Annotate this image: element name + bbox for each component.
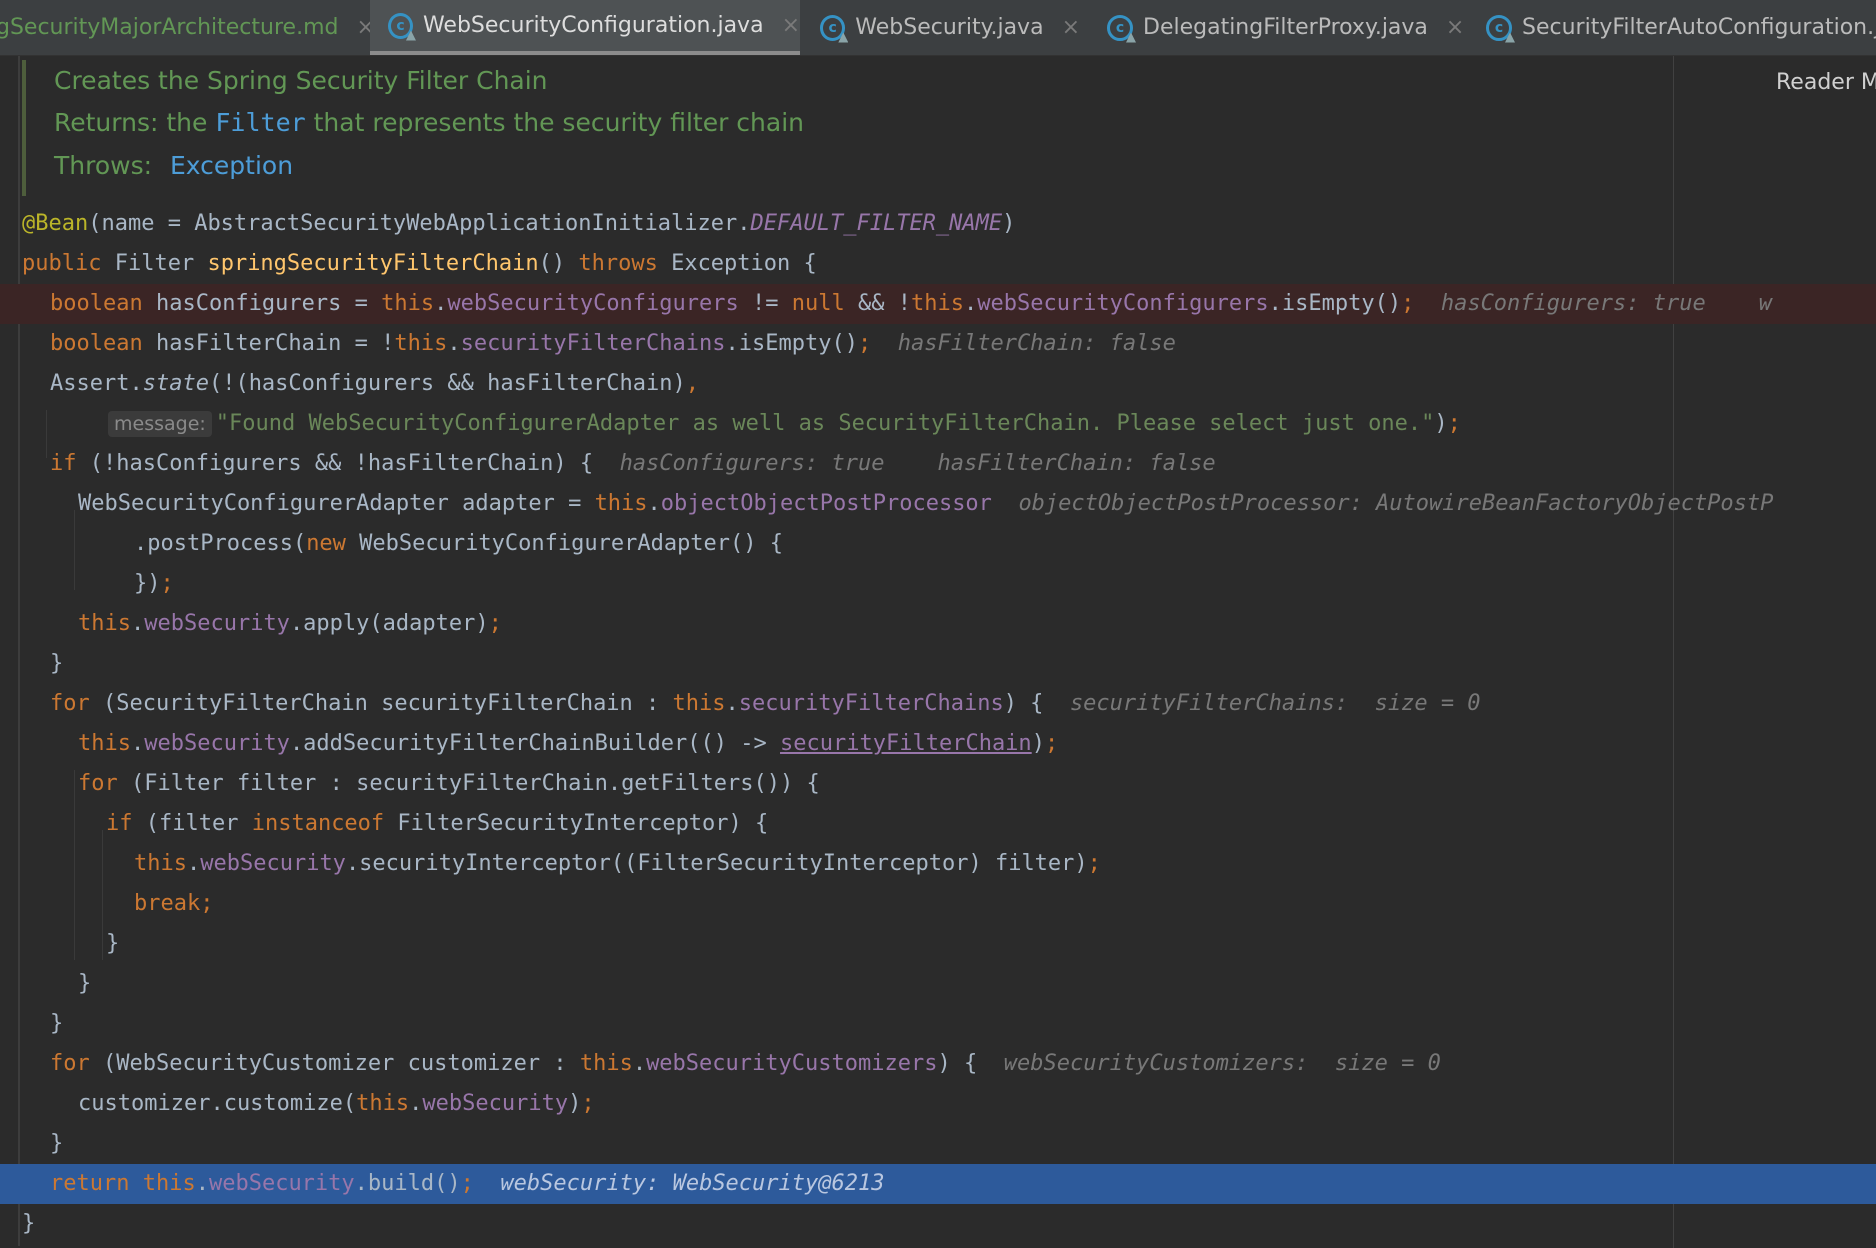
close-icon[interactable]: ×	[1446, 15, 1464, 40]
filter-link[interactable]: Filter	[215, 108, 305, 137]
parameter-name-hint: message:	[108, 411, 212, 437]
code-line[interactable]: break;	[0, 884, 1876, 924]
close-icon[interactable]: ×	[782, 13, 800, 38]
throws-tag: Throws:	[54, 151, 153, 180]
code-line[interactable]: for (SecurityFilterChain securityFilterC…	[0, 684, 1876, 724]
code-line[interactable]: for (WebSecurityCustomizer customizer : …	[0, 1044, 1876, 1084]
code-line[interactable]: this.webSecurity.addSecurityFilterChainB…	[0, 724, 1876, 764]
exception-link[interactable]: Exception	[170, 151, 293, 180]
debug-value-hint: hasConfigurers: true	[619, 451, 885, 476]
rendered-javadoc: Creates the Spring Security Filter Chain…	[22, 60, 1326, 196]
code-line[interactable]: @Bean(name = AbstractSecurityWebApplicat…	[0, 204, 1876, 244]
returns-text: the	[166, 108, 208, 137]
java-class-icon: c	[388, 12, 413, 39]
code-line[interactable]: public Filter springSecurityFilterChain(…	[0, 244, 1876, 284]
code-line[interactable]: customizer.customize(this.webSecurity);	[0, 1084, 1876, 1124]
code-line[interactable]: }	[0, 964, 1876, 1004]
tab-security-major-architecture-md[interactable]: gSecurityMajorArchitecture.md ×	[0, 0, 375, 55]
reader-mode-button[interactable]: Reader M	[1776, 70, 1876, 95]
debug-value-hint: hasConfigurers: true	[1440, 291, 1706, 316]
returns-text: that represents the security filter chai…	[313, 108, 804, 137]
debug-value-hint: hasFilterChain: false	[897, 331, 1176, 356]
java-class-icon: c	[820, 14, 846, 41]
code-line[interactable]: if (filter instanceof FilterSecurityInte…	[0, 804, 1876, 844]
tab-label: DelegatingFilterProxy.java	[1143, 15, 1428, 40]
debug-value-hint: securityFilterChains:	[1069, 691, 1349, 716]
java-class-icon: c	[1107, 14, 1133, 41]
tab-delegating-filter-proxy[interactable]: c DelegatingFilterProxy.java ×	[1107, 0, 1487, 55]
tab-label: SecurityFilterAutoConfiguration.j	[1522, 15, 1876, 40]
editor-tab-bar: gSecurityMajorArchitecture.md × c WebSec…	[0, 0, 1876, 56]
returns-tag: Returns:	[54, 108, 159, 137]
tab-label: WebSecurityConfiguration.java	[422, 13, 764, 38]
doc-summary: Creates the Spring Security Filter Chain	[54, 66, 548, 95]
doc-throws: Throws: Exception	[54, 151, 293, 180]
lambda-captured-variable[interactable]: securityFilterChain	[780, 731, 1032, 756]
code-line[interactable]: boolean hasFilterChain = !this.securityF…	[0, 324, 1876, 364]
java-class-icon: c	[1486, 14, 1512, 41]
doc-returns: Returns: the Filter that represents the …	[54, 108, 804, 137]
code-line[interactable]: this.webSecurity.apply(adapter);	[0, 604, 1876, 644]
code-line[interactable]: WebSecurityConfigurerAdapter adapter = t…	[0, 484, 1876, 524]
code-line[interactable]: }	[0, 924, 1876, 964]
executed-code-line[interactable]: boolean hasConfigurers = this.webSecurit…	[0, 284, 1876, 324]
tab-web-security[interactable]: c WebSecurity.java ×	[820, 0, 1080, 55]
debug-value-hint: hasFilterChain: false	[937, 451, 1216, 476]
tab-label: gSecurityMajorArchitecture.md	[0, 15, 339, 40]
code-line[interactable]: .postProcess(new WebSecurityConfigurerAd…	[0, 524, 1876, 564]
tab-web-security-configuration[interactable]: c WebSecurityConfiguration.java ×	[370, 0, 800, 55]
code-line[interactable]: }	[0, 644, 1876, 684]
code-line[interactable]: if (!hasConfigurers && !hasFilterChain) …	[0, 444, 1876, 484]
tab-security-filter-auto-configuration[interactable]: c SecurityFilterAutoConfiguration.j	[1486, 0, 1876, 55]
code-line[interactable]: Assert.state(!(hasConfigurers && hasFilt…	[0, 364, 1876, 404]
close-icon[interactable]: ×	[1062, 15, 1080, 40]
code-line[interactable]: }	[0, 1004, 1876, 1044]
debug-value-hint: webSecurity: WebSecurity@6213	[500, 1171, 885, 1196]
debug-value-hint: webSecurityCustomizers:	[1003, 1051, 1309, 1076]
code-line[interactable]: for (Filter filter : securityFilterChain…	[0, 764, 1876, 804]
code-line[interactable]: }	[0, 1204, 1876, 1244]
code-line[interactable]: }	[0, 1124, 1876, 1164]
code-line[interactable]: message: "Found WebSecurityConfigurerAdap…	[0, 404, 1876, 444]
debug-value-hint: objectObjectPostProcessor: AutowireBeanF…	[1018, 491, 1774, 516]
tab-label: WebSecurity.java	[855, 15, 1044, 40]
current-execution-line[interactable]: return this.webSecurity.build(); webSecu…	[0, 1164, 1876, 1204]
code-line[interactable]: this.webSecurity.securityInterceptor((Fi…	[0, 844, 1876, 884]
code-line[interactable]: });	[0, 564, 1876, 604]
